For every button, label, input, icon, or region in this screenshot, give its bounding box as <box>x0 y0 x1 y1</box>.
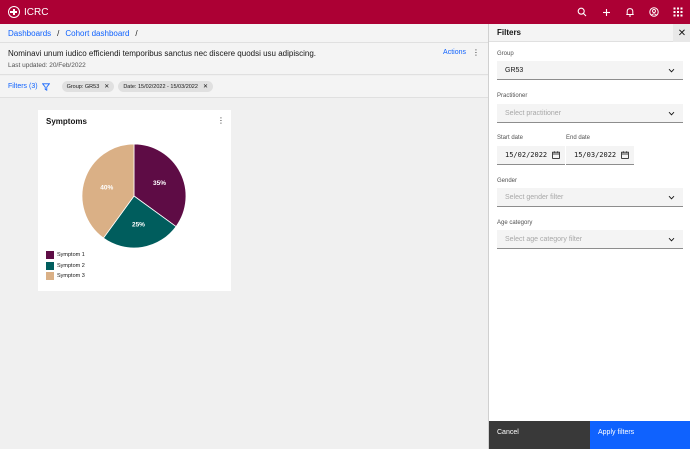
start-date-value: 15/02/2022 <box>505 151 548 159</box>
search-icon[interactable] <box>570 0 594 24</box>
brand[interactable]: ICRC <box>0 6 48 18</box>
filter-chip-label: Group: GR53 <box>66 83 100 90</box>
filters-toggle-link[interactable]: Filters (3) <box>8 83 38 90</box>
notification-icon[interactable] <box>618 0 642 24</box>
legend-item-symptom-2[interactable]: Symptom 2 <box>46 261 85 272</box>
page-header: Nominavi unum iudico efficiendi temporib… <box>0 43 488 75</box>
group-select-value: GR53 <box>505 66 524 74</box>
user-icon[interactable] <box>642 0 666 24</box>
app-header: ICRC <box>0 0 690 24</box>
start-date-input[interactable]: 15/02/2022 <box>497 146 565 165</box>
filter-chip-label: Date: 15/02/2022 - 15/03/2022 <box>123 83 198 90</box>
start-date-label: Start date <box>497 135 524 141</box>
legend-label: Symptom 2 <box>57 262 85 269</box>
add-icon[interactable] <box>594 0 618 24</box>
breadcrumb-separator: / <box>57 28 60 38</box>
card-title: Symptoms <box>46 117 87 126</box>
practitioner-label: Practitioner <box>497 93 528 99</box>
end-date-input[interactable]: 15/03/2022 <box>566 146 634 165</box>
filter-chip-group: Group: GR53 ✕ <box>61 81 115 92</box>
red-cross-logo-icon <box>8 6 20 18</box>
chart-legend: Symptom 1 Symptom 2 Symptom 3 <box>46 250 85 282</box>
header-actions <box>570 0 690 24</box>
app-name: ICRC <box>24 6 49 18</box>
breadcrumb-separator: / <box>135 28 138 38</box>
age-category-label: Age category <box>497 220 533 226</box>
group-select[interactable]: GR53 <box>497 61 683 80</box>
app-switcher-icon[interactable] <box>666 0 690 24</box>
apply-filters-button[interactable]: Apply filters <box>590 421 690 449</box>
legend-swatch <box>46 272 54 281</box>
symptoms-chart-card: Symptoms ⋮ 35% 25% 40% Symptom 1 Symptom 2S… <box>38 110 231 291</box>
breadcrumb-cohort-dashboard-link[interactable]: Cohort dashboard <box>65 29 129 38</box>
practitioner-select[interactable]: Select practitioner <box>497 104 683 123</box>
close-icon[interactable]: ✕ <box>203 83 208 90</box>
group-label: Group <box>497 51 514 57</box>
legend-label: Symptom 3 <box>57 273 85 280</box>
chevron-down-icon <box>668 111 675 116</box>
pie-chart: 35% 25% 40% <box>81 143 187 249</box>
legend-item-symptom-1[interactable]: Symptom 1 <box>46 250 85 261</box>
breadcrumb-dashboards-link[interactable]: Dashboards <box>8 29 51 38</box>
close-icon[interactable]: ✕ <box>673 24 690 42</box>
overflow-menu-icon[interactable]: ⋮ <box>217 116 225 125</box>
chevron-down-icon <box>668 68 675 73</box>
close-icon[interactable]: ✕ <box>104 83 109 90</box>
overflow-menu-icon[interactable]: ⋮ <box>472 48 480 57</box>
cancel-button[interactable]: Cancel <box>489 421 590 449</box>
practitioner-placeholder: Select practitioner <box>505 109 562 117</box>
page-title: Nominavi unum iudico efficiendi temporib… <box>8 49 317 58</box>
end-date-value: 15/03/2022 <box>574 151 617 159</box>
legend-swatch <box>46 261 54 270</box>
active-filters-bar: Filters (3) Group: GR53 ✕ Date: 15/02/20… <box>0 76 488 98</box>
gender-select[interactable]: Select gender filter <box>497 188 683 207</box>
age-category-select[interactable]: Select age category filter <box>497 230 683 249</box>
panel-title: Filters <box>497 28 522 37</box>
filter-icon[interactable] <box>41 82 50 91</box>
gender-label: Gender <box>497 178 518 184</box>
actions-menu[interactable]: Actions ⋮ <box>443 48 480 57</box>
chevron-down-icon <box>668 195 675 200</box>
last-updated-text: Last updated: 20/Feb/2022 <box>8 62 86 69</box>
pie-slice-label: 40% <box>100 184 113 191</box>
end-date-label: End date <box>566 135 591 141</box>
filter-chip-date: Date: 15/02/2022 - 15/03/2022 ✕ <box>118 81 213 92</box>
legend-swatch <box>46 251 54 260</box>
breadcrumb: Dashboards / Cohort dashboard / <box>0 24 488 43</box>
panel-header: Filters ✕ <box>489 24 690 42</box>
actions-label[interactable]: Actions <box>443 49 466 56</box>
calendar-icon[interactable] <box>552 151 560 159</box>
pie-slice-label: 25% <box>132 221 145 228</box>
filters-panel: Filters ✕ Group GR53 Practitioner Select… <box>488 24 690 449</box>
pie-slice-label: 35% <box>153 180 166 187</box>
age-category-placeholder: Select age category filter <box>505 235 583 243</box>
legend-item-symptom-3[interactable]: Symptom 3 <box>46 271 85 282</box>
legend-label: Symptom 1 <box>57 252 85 259</box>
gender-placeholder: Select gender filter <box>505 193 564 201</box>
chevron-down-icon <box>668 237 675 242</box>
calendar-icon[interactable] <box>621 151 629 159</box>
